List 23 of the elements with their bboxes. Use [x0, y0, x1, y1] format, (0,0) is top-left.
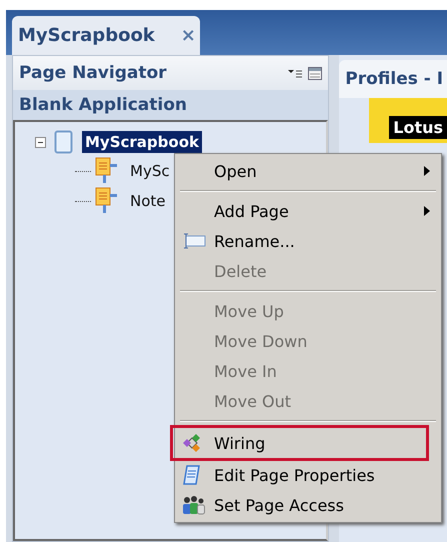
page-tab[interactable]: MyScrapbook × [12, 16, 200, 55]
document-icon [182, 465, 202, 485]
panel-title: Profiles - I [345, 69, 444, 89]
tree-item[interactable]: MyScrapbook [82, 131, 202, 153]
tab-label: MyScrapbook [18, 25, 155, 46]
menu-item[interactable]: Wiring [171, 426, 428, 460]
view-menu-icon[interactable] [288, 68, 302, 78]
page-icon [54, 130, 74, 154]
close-button[interactable]: × [180, 25, 196, 46]
rename-icon [182, 233, 206, 249]
tree-item[interactable]: Note [127, 190, 169, 212]
menu-item[interactable]: Open [178, 156, 438, 186]
menu-item[interactable]: Add Page [178, 196, 438, 226]
tree-item[interactable]: MySc [127, 160, 173, 182]
menu-item[interactable]: Rename... [178, 226, 438, 256]
menu-item[interactable]: Edit Page Properties [178, 460, 438, 490]
section-title: Blank Application [13, 90, 328, 120]
panel-title: Page Navigator [19, 63, 168, 83]
banner-logo: Lotus [389, 116, 447, 139]
collapse-toggle[interactable] [35, 136, 46, 148]
menu-item[interactable]: Set Page Access [178, 490, 438, 520]
maximize-icon[interactable] [308, 66, 322, 80]
people-icon [182, 495, 206, 515]
